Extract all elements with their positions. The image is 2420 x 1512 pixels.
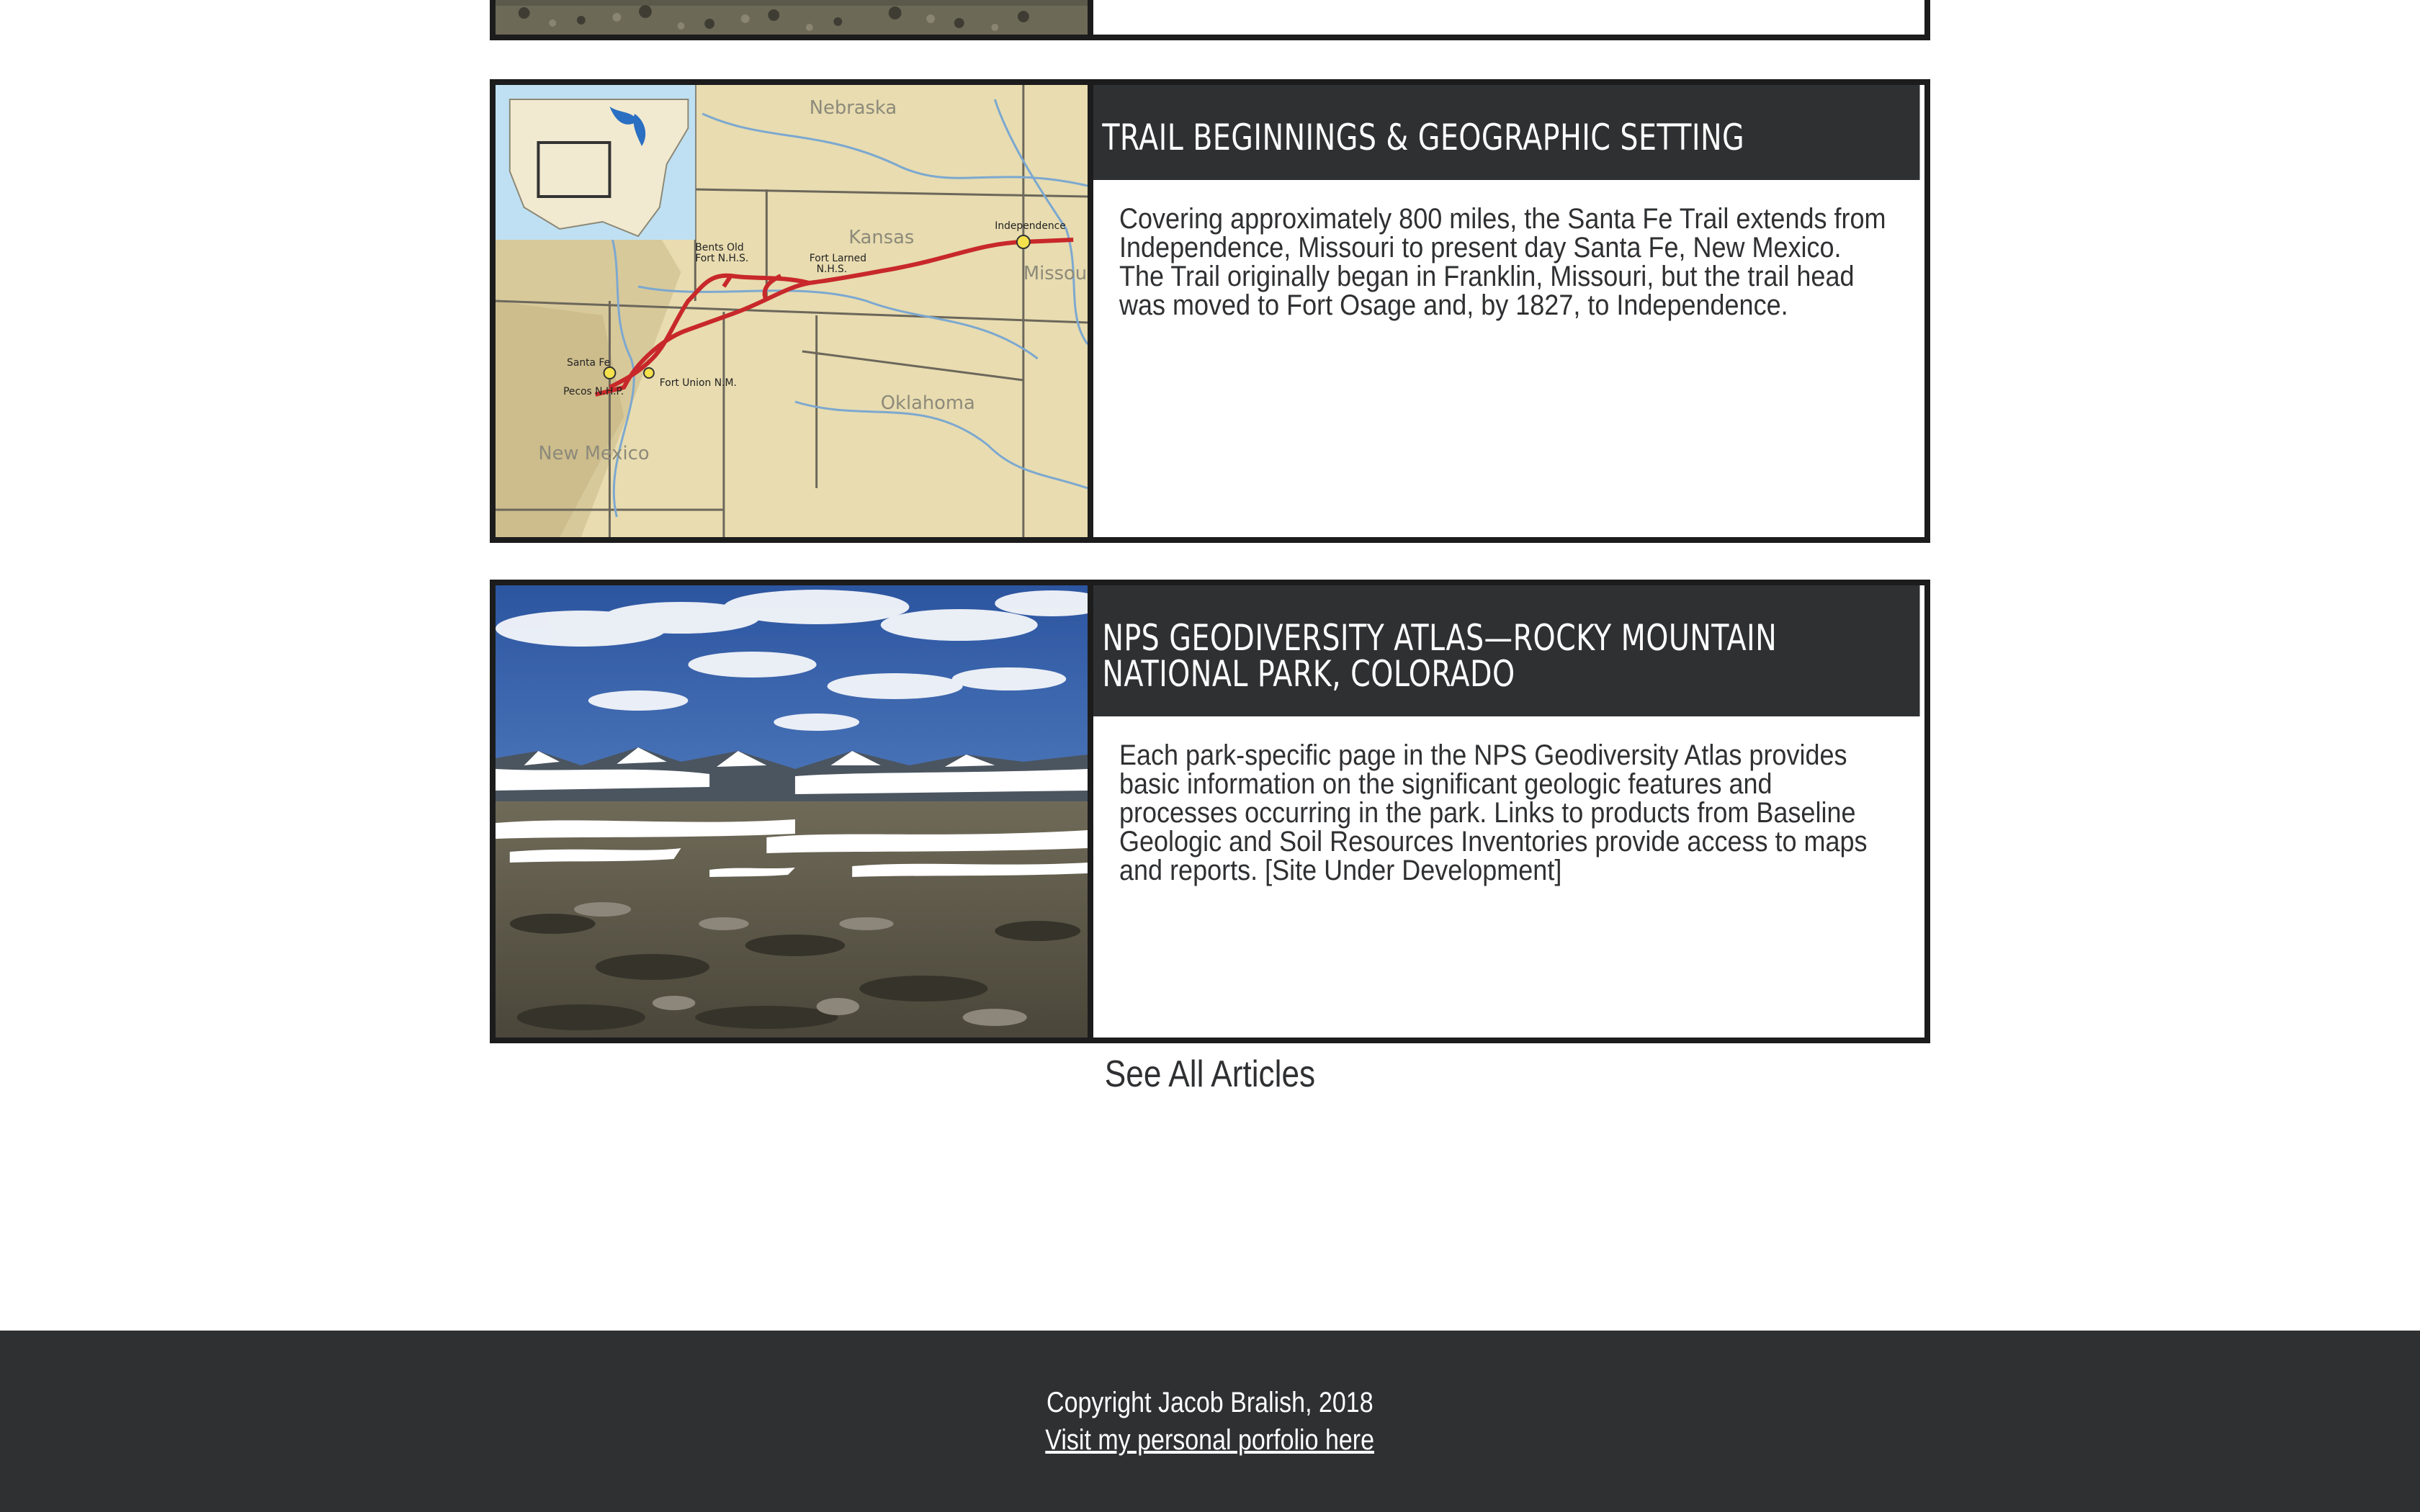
article-card-trail-beginnings[interactable]: Nebraska Kansas Missou Oklahoma New Mexi… xyxy=(490,79,1930,543)
article-title[interactable]: TRAIL BEGINNINGS & GEOGRAPHIC SETTING xyxy=(1093,85,1920,180)
see-all-articles-link[interactable]: See All Articles xyxy=(0,1053,2420,1096)
article-body xyxy=(1093,0,1924,35)
article-thumbnail[interactable]: Nebraska Kansas Missou Oklahoma New Mexi… xyxy=(496,85,1093,537)
svg-text:Bents Old: Bents Old xyxy=(695,242,743,253)
article-thumbnail[interactable] xyxy=(496,0,1093,35)
article-body: TRAIL BEGINNINGS & GEOGRAPHIC SETTING Co… xyxy=(1093,85,1924,537)
svg-text:Missou: Missou xyxy=(1023,263,1087,284)
article-summary: Each park-specific page in the NPS Geodi… xyxy=(1119,739,1868,886)
footer: Copyright Jacob Bralish, 2018 Visit my p… xyxy=(0,1331,2420,1512)
svg-text:Independence: Independence xyxy=(995,220,1066,232)
see-all-articles-label[interactable]: See All Articles xyxy=(1105,1053,1315,1096)
svg-text:New Mexico: New Mexico xyxy=(538,443,649,464)
svg-text:Santa Fe: Santa Fe xyxy=(567,357,610,369)
svg-text:Fort Larned: Fort Larned xyxy=(810,253,866,264)
svg-text:Fort Union N.M.: Fort Union N.M. xyxy=(660,377,737,389)
svg-text:Nebraska: Nebraska xyxy=(810,97,897,119)
portfolio-link[interactable]: Visit my personal porfolio here xyxy=(1046,1424,1375,1456)
svg-text:N.H.S.: N.H.S. xyxy=(817,264,848,275)
article-summary: Covering approximately 800 miles, the Sa… xyxy=(1119,203,1886,321)
svg-text:Kansas: Kansas xyxy=(848,227,914,248)
svg-text:Fort N.H.S.: Fort N.H.S. xyxy=(695,253,748,264)
article-body: NPS GEODIVERSITY ATLAS—ROCKY MOUNTAIN NA… xyxy=(1093,585,1924,1038)
santa-fe-trail-map-icon: Nebraska Kansas Missou Oklahoma New Mexi… xyxy=(496,85,1088,537)
copyright-text: Copyright Jacob Bralish, 2018 xyxy=(1047,1387,1373,1418)
article-card-rocky-mountain[interactable]: NPS GEODIVERSITY ATLAS—ROCKY MOUNTAIN NA… xyxy=(490,580,1930,1043)
article-title[interactable]: NPS GEODIVERSITY ATLAS—ROCKY MOUNTAIN NA… xyxy=(1093,585,1920,716)
page: Nebraska Kansas Missou Oklahoma New Mexi… xyxy=(0,0,2420,1512)
article-card-previous[interactable] xyxy=(490,0,1930,40)
svg-text:Oklahoma: Oklahoma xyxy=(881,392,975,414)
svg-text:Pecos N.H.P.: Pecos N.H.P. xyxy=(563,386,624,397)
rocky-mountain-tundra-photo-icon xyxy=(496,585,1088,1038)
mountain-landscape-photo-icon xyxy=(496,0,1088,35)
article-thumbnail[interactable] xyxy=(496,585,1093,1038)
